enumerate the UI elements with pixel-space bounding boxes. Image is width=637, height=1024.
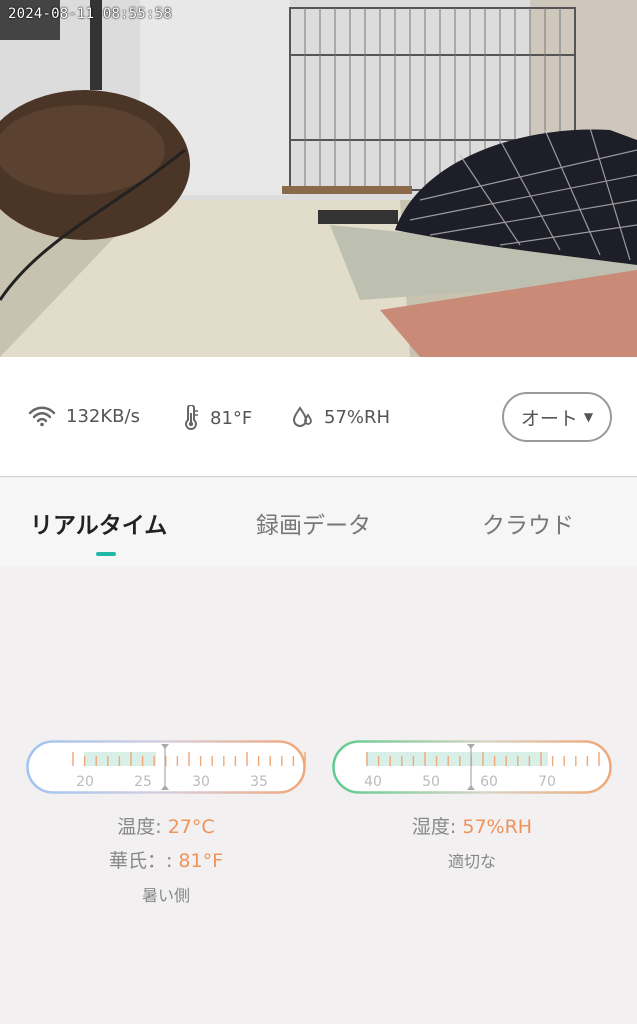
humidity-drop-icon (292, 406, 312, 427)
mode-select-button[interactable]: オート ▼ (502, 392, 612, 442)
humidity-readout-value: 57%RH (462, 816, 533, 838)
wifi-icon (28, 406, 56, 427)
camera-feed[interactable]: 2024-08-11 08:55:58 (0, 0, 637, 357)
hum-tick-label: 50 (422, 774, 440, 790)
temp-tick-label: 25 (134, 774, 152, 790)
fahrenheit-label: 華氏：: (108, 850, 179, 872)
humidity-label: 湿度: (411, 816, 463, 838)
humidity-status: 適切な (447, 852, 496, 871)
camera-image (0, 0, 637, 357)
humidity-gauge-panel: 40 50 60 70 湿度: 57%RH 適切な (332, 740, 612, 872)
celsius-label: 温度: (117, 816, 168, 838)
hum-tick-label: 40 (364, 774, 382, 790)
status-bar: 132KB/s 81°F 57%RH オート ▼ (0, 357, 637, 477)
temperature-status: 暑い側 (141, 886, 190, 905)
temp-tick-label: 35 (250, 774, 268, 790)
celsius-line: 温度: 27°C (26, 810, 306, 844)
fahrenheit-line: 華氏：: 81°F (26, 844, 306, 878)
humidity-readout: 湿度: 57%RH (332, 810, 612, 844)
mode-select-label: オート (520, 407, 578, 430)
temperature-value: 81°F (210, 407, 253, 429)
tab-recording-data[interactable]: 録画データ (256, 506, 371, 540)
tab-cloud[interactable]: クラウド (482, 506, 574, 540)
humidity-line: 湿度: 57%RH (332, 810, 612, 844)
celsius-value: 27°C (167, 816, 215, 838)
hum-tick-label: 60 (480, 774, 498, 790)
temp-tick-label: 20 (76, 774, 94, 790)
temperature-gauge-panel: 20 25 30 35 温度: 27°C 華氏：: 81°F 暑い側 (26, 740, 306, 906)
temperature-readout: 温度: 27°C 華氏：: 81°F (26, 810, 306, 878)
temperature-stat: 81°F (182, 405, 252, 431)
hum-tick-label: 70 (538, 774, 556, 790)
caret-down-icon: ▼ (583, 410, 594, 424)
humidity-gauge: 40 50 60 70 (332, 740, 612, 794)
temp-tick-label: 30 (192, 774, 210, 790)
thermometer-icon (185, 405, 198, 430)
fahrenheit-value: 81°F (178, 850, 224, 872)
camera-timestamp: 2024-08-11 08:55:58 (8, 6, 172, 22)
tab-realtime[interactable]: リアルタイム (30, 506, 167, 540)
temperature-gauge: 20 25 30 35 (26, 740, 306, 794)
network-speed: 132KB/s (28, 405, 140, 427)
network-speed-value: 132KB/s (66, 405, 140, 427)
humidity-value: 57%RH (324, 406, 391, 428)
active-tab-indicator (96, 552, 116, 556)
humidity-stat: 57%RH (292, 405, 390, 429)
